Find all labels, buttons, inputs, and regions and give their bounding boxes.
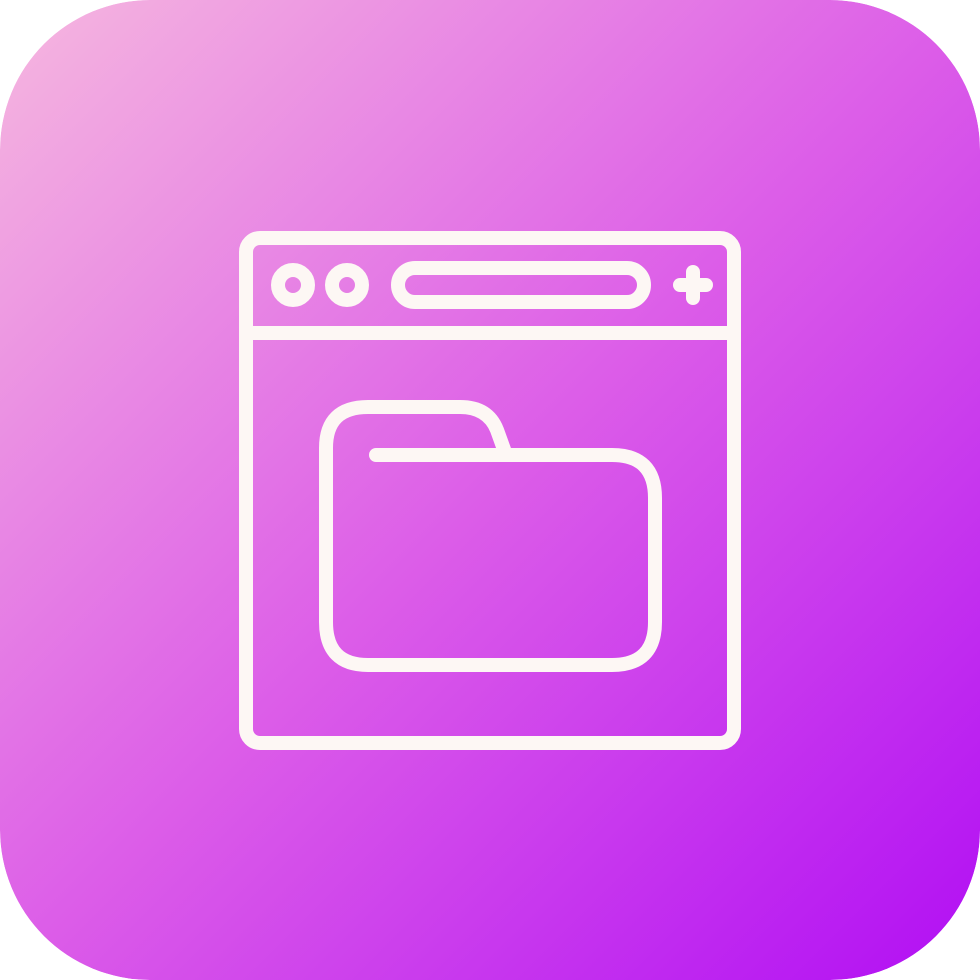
browser-folder-icon [0, 0, 980, 980]
app-icon-tile [0, 0, 980, 980]
tile-background [0, 0, 980, 980]
